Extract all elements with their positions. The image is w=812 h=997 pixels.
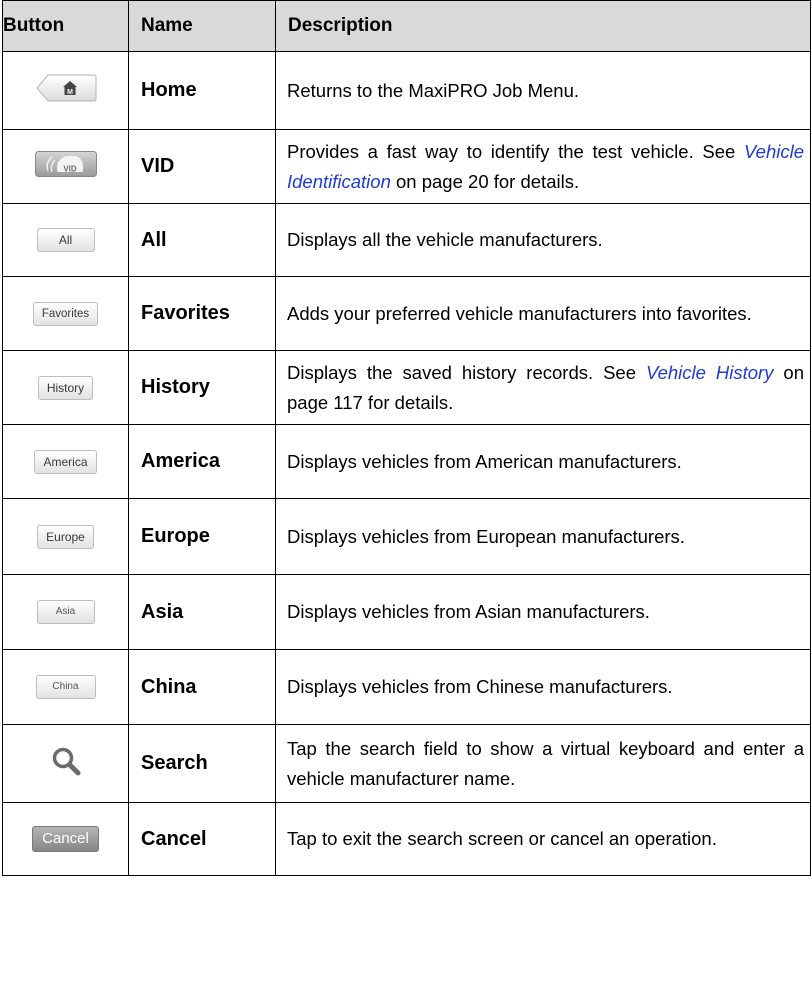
table-row: All All Displays all the vehicle manufac… — [2, 203, 811, 277]
table-row: China China Displays vehicles from Chine… — [2, 649, 811, 725]
history-button-icon: History — [37, 375, 94, 400]
header-button: Button — [2, 0, 129, 52]
table-row: VID VID Provides a fast way to identify … — [2, 129, 811, 204]
favorites-button-icon: Favorites — [32, 301, 99, 326]
america-button-icon: America — [34, 449, 97, 474]
row-description: Provides a fast way to identify the test… — [275, 129, 811, 204]
asia-button-icon: Asia — [36, 600, 95, 624]
header-description: Description — [275, 0, 811, 52]
row-name: America — [128, 424, 276, 499]
table-header-row: Button Name Description — [2, 0, 811, 52]
row-name: Favorites — [128, 276, 276, 351]
row-description: Displays the saved history records. See … — [275, 350, 811, 425]
table-row: History History Displays the saved histo… — [2, 350, 811, 425]
all-button-icon: All — [36, 228, 95, 252]
row-name: All — [128, 203, 276, 277]
search-icon — [50, 745, 82, 782]
row-name: China — [128, 649, 276, 725]
header-name: Name — [128, 0, 276, 52]
row-name: VID — [128, 129, 276, 204]
table-row: Asia Asia Displays vehicles from Asian m… — [2, 574, 811, 650]
vehicle-history-link[interactable]: Vehicle History — [646, 362, 774, 383]
row-name: Europe — [128, 498, 276, 575]
row-name: Home — [128, 51, 276, 130]
cancel-button-icon: Cancel — [32, 826, 99, 852]
table-row: America America Displays vehicles from A… — [2, 424, 811, 499]
table-row: Europe Europe Displays vehicles from Eur… — [2, 498, 811, 575]
row-description: Tap to exit the search screen or cancel … — [275, 802, 811, 876]
row-description: Displays vehicles from Chinese manufactu… — [275, 649, 811, 725]
vid-car-icon: VID — [34, 151, 97, 182]
svg-text:M: M — [67, 89, 73, 96]
row-description: Tap the search field to show a virtual k… — [275, 724, 811, 803]
row-name: Asia — [128, 574, 276, 650]
table-row: Cancel Cancel Tap to exit the search scr… — [2, 802, 811, 876]
row-description: Adds your preferred vehicle manufacturer… — [275, 276, 811, 351]
table-row: Favorites Favorites Adds your preferred … — [2, 276, 811, 351]
china-button-icon: China — [35, 675, 96, 699]
row-name: Cancel — [128, 802, 276, 876]
row-description: Returns to the MaxiPRO Job Menu. — [275, 51, 811, 130]
row-description: Displays vehicles from European manufact… — [275, 498, 811, 575]
europe-button-icon: Europe — [37, 524, 94, 549]
row-name: Search — [128, 724, 276, 803]
home-icon: M — [35, 74, 97, 107]
table-row: M Home Returns to the MaxiPRO Job Menu. — [2, 51, 811, 130]
svg-text:VID: VID — [63, 165, 77, 174]
row-description: Displays all the vehicle manufacturers. — [275, 203, 811, 277]
row-description: Displays vehicles from American manufact… — [275, 424, 811, 499]
row-name: History — [128, 350, 276, 425]
row-description: Displays vehicles from Asian manufacture… — [275, 574, 811, 650]
table-row: Search Tap the search field to show a vi… — [2, 724, 811, 803]
button-reference-table: Button Name Description M Home Returns t… — [2, 0, 811, 876]
